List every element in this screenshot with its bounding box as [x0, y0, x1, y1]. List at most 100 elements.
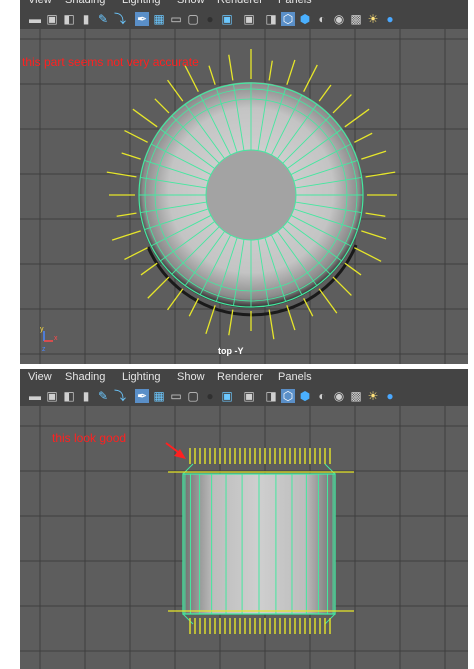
menu-renderer[interactable]: Renderer — [217, 0, 263, 6]
normal-line — [361, 230, 387, 240]
svg-text:y: y — [40, 326, 44, 333]
gate-mask-icon[interactable]: ▢ — [186, 389, 200, 403]
top-view-scene: y x z — [20, 29, 468, 364]
wireframe-on-shaded-icon[interactable]: ⬢ — [298, 12, 312, 26]
camera-icon[interactable]: ▬ — [28, 12, 42, 26]
textured-icon[interactable]: ◐ — [315, 12, 329, 26]
menu-show[interactable]: Show — [177, 0, 205, 6]
normal-line — [332, 94, 352, 114]
ambient-occlusion-icon[interactable]: ☀ — [366, 12, 380, 26]
normal-line — [344, 108, 370, 128]
viewport-side-view[interactable]: this look good — [20, 406, 468, 669]
normal-line — [354, 132, 373, 143]
safe-title-icon[interactable]: ▣ — [242, 12, 256, 26]
normal-line — [361, 150, 387, 160]
grease-pencil-icon[interactable]: ⤵ — [113, 389, 127, 403]
normal-line — [147, 276, 170, 299]
use-lights-icon[interactable]: ◉ — [332, 389, 346, 403]
normal-line — [318, 84, 332, 102]
normal-line — [268, 60, 273, 81]
smooth-shade-icon[interactable]: ⬡ — [281, 389, 295, 403]
grid-icon[interactable]: ✒ — [135, 389, 149, 403]
normal-line — [286, 59, 296, 85]
normal-line — [354, 247, 382, 262]
menu-show[interactable]: Show — [177, 371, 205, 383]
gate-mask-icon[interactable]: ▢ — [186, 12, 200, 26]
normal-line — [124, 129, 148, 143]
viewport-top-view[interactable]: y x z this part seems not very accurate … — [20, 29, 468, 364]
image-plane-icon[interactable]: ▮ — [79, 12, 93, 26]
safe-title-icon[interactable]: ▣ — [242, 389, 256, 403]
normal-line — [188, 298, 199, 317]
normal-line — [154, 98, 170, 114]
wireframe-icon[interactable]: ◨ — [264, 12, 278, 26]
shadows-icon[interactable]: ▩ — [349, 12, 363, 26]
field-chart-icon[interactable]: ● — [203, 12, 217, 26]
field-chart-icon[interactable]: ● — [203, 389, 217, 403]
safe-action-icon[interactable]: ▣ — [220, 12, 234, 26]
svg-text:z: z — [42, 346, 46, 353]
grid-icon[interactable]: ✒ — [135, 12, 149, 26]
panel-toolbar-bottom: ▬ ▣ ◧ ▮ ✎ ⤵ ✒ ▦ ▭ ▢ ● ▣ ▣ ◨ ⬡ ⬢ ◐ ◉ ▩ ☀ ● — [20, 386, 468, 406]
resolution-gate-icon[interactable]: ▭ — [169, 389, 183, 403]
camera-attr-icon[interactable]: ▣ — [45, 12, 59, 26]
textured-icon[interactable]: ◐ — [315, 389, 329, 403]
normal-line — [132, 108, 158, 128]
image-plane-icon[interactable]: ▮ — [79, 389, 93, 403]
normal-line — [121, 152, 141, 160]
annotation-note-bottom: this look good — [52, 431, 127, 445]
safe-action-icon[interactable]: ▣ — [220, 389, 234, 403]
menu-view[interactable]: View — [28, 371, 52, 383]
bevel-edge — [182, 613, 194, 625]
menu-shading[interactable]: Shading — [65, 371, 105, 383]
normal-line — [124, 247, 148, 261]
ambient-occlusion-icon[interactable]: ☀ — [366, 389, 380, 403]
2d-pan-zoom-icon[interactable]: ✎ — [96, 12, 110, 26]
side-view-scene — [20, 406, 468, 669]
camera-attr-icon[interactable]: ▣ — [45, 389, 59, 403]
menu-bar-bottom: View Shading Lighting Show Renderer Pane… — [20, 369, 468, 386]
top-viewport-panel: View Shading Lighting Show Renderer Pane… — [20, 0, 468, 364]
smooth-shade-icon[interactable]: ⬡ — [281, 12, 295, 26]
normal-line — [365, 212, 386, 217]
axis-gizmo: y x z — [40, 326, 58, 353]
bookmark-icon[interactable]: ◧ — [62, 389, 76, 403]
film-gate-icon[interactable]: ▦ — [152, 389, 166, 403]
annotation-note-top: this part seems not very accurate — [22, 55, 199, 69]
isolate-select-icon[interactable]: ● — [383, 12, 397, 26]
wireframe-icon[interactable]: ◨ — [264, 389, 278, 403]
normal-line — [116, 212, 137, 217]
menu-lighting[interactable]: Lighting — [122, 371, 161, 383]
normal-line — [106, 171, 137, 178]
menu-lighting[interactable]: Lighting — [122, 0, 161, 6]
normal-line — [205, 305, 216, 335]
normal-line — [228, 54, 234, 81]
normal-line — [344, 262, 362, 276]
menu-panels[interactable]: Panels — [278, 371, 312, 383]
inner-hole — [205, 149, 297, 241]
2d-pan-zoom-icon[interactable]: ✎ — [96, 389, 110, 403]
isolate-select-icon[interactable]: ● — [383, 389, 397, 403]
normal-line — [332, 276, 352, 296]
menu-renderer[interactable]: Renderer — [217, 371, 263, 383]
grease-pencil-icon[interactable]: ⤵ — [113, 12, 127, 26]
menu-bar: View Shading Lighting Show Renderer Pane… — [20, 0, 468, 9]
wireframe-on-shaded-icon[interactable]: ⬢ — [298, 389, 312, 403]
film-gate-icon[interactable]: ▦ — [152, 12, 166, 26]
bottom-viewport-panel: View Shading Lighting Show Renderer Pane… — [20, 369, 468, 669]
shadows-icon[interactable]: ▩ — [349, 389, 363, 403]
menu-shading[interactable]: Shading — [65, 0, 105, 6]
camera-icon[interactable]: ▬ — [28, 389, 42, 403]
panel-toolbar: ▬ ▣ ◧ ▮ ✎ ⤵ ✒ ▦ ▭ ▢ ● ▣ ▣ ◨ ⬡ ⬢ ◐ ◉ ▩ ☀ ● — [20, 9, 468, 29]
svg-text:x: x — [54, 335, 58, 342]
normal-line — [365, 171, 396, 178]
use-lights-icon[interactable]: ◉ — [332, 12, 346, 26]
normal-line — [111, 230, 141, 241]
view-label: top -Y — [218, 346, 244, 356]
menu-panels[interactable]: Panels — [278, 0, 312, 6]
normal-line — [208, 65, 216, 85]
normal-line — [140, 262, 158, 276]
menu-view[interactable]: View — [28, 0, 52, 6]
bookmark-icon[interactable]: ◧ — [62, 12, 76, 26]
resolution-gate-icon[interactable]: ▭ — [169, 12, 183, 26]
